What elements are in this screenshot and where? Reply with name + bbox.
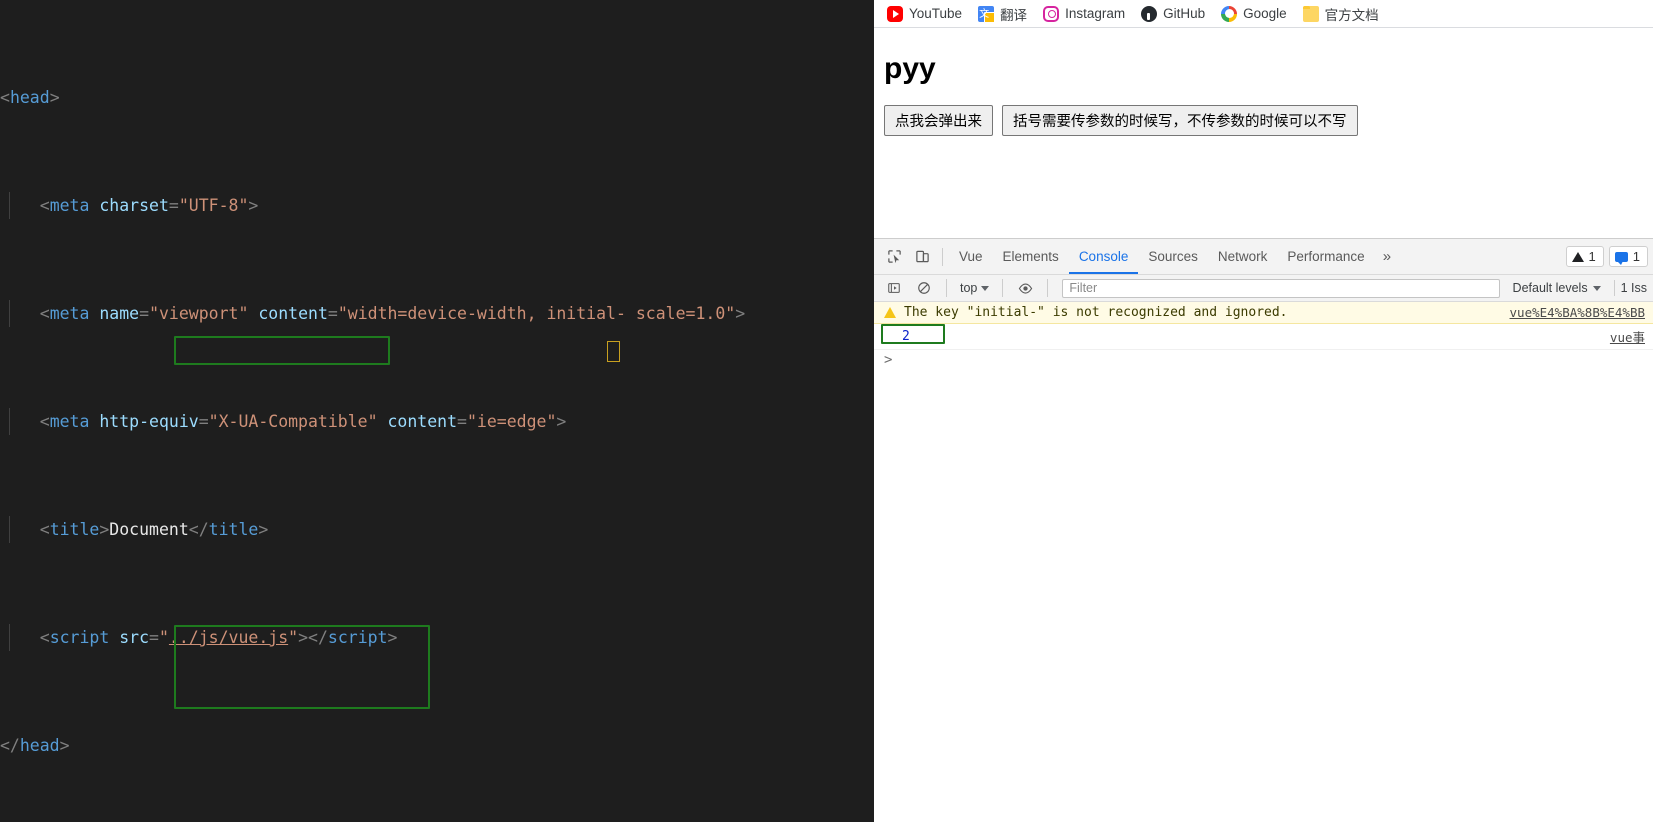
console-toolbar: top Default levels 1 Iss [874,275,1653,302]
chevron-down-icon [1592,285,1601,291]
tab-network[interactable]: Network [1208,239,1278,274]
divider [1047,279,1049,297]
bookmark-label: YouTube [909,6,963,21]
warning-count: 1 [1588,249,1596,264]
warning-triangle-icon [1571,251,1584,262]
prompt-caret-icon: > [884,352,893,368]
console-source-link[interactable]: vue%E4%BA%8B%E4%BB [1510,305,1645,320]
code-line: <title>Document</title> [0,516,874,543]
devtools-tab-bar: Vue Elements Console Sources Network Per… [874,239,1653,275]
bookmark-github[interactable]: GitHub [1134,3,1212,25]
live-expression-eye-icon[interactable] [1011,274,1039,302]
tab-sources[interactable]: Sources [1138,239,1208,274]
console-row-content: The key "initial-" is not recognized and… [884,305,1288,320]
chevron-down-icon [981,285,990,291]
execution-context-label: top [960,281,978,295]
console-filter-input[interactable] [1062,278,1500,298]
execution-context-selector[interactable]: top [955,280,994,296]
log-levels-selector[interactable]: Default levels [1508,280,1606,296]
code-line: <meta http-equiv="X-UA-Compatible" conte… [0,408,874,435]
bookmark-label: 官方文档 [1324,7,1379,23]
github-icon [1141,5,1158,22]
clear-console-icon[interactable] [910,274,938,302]
show-info-button[interactable]: 点我会弹出来 [884,105,993,136]
bookmark-google[interactable]: Google [1214,3,1294,25]
bookmark-label: 翻译 [1000,7,1028,23]
instagram-icon [1043,5,1060,22]
console-sidebar-icon[interactable] [880,274,908,302]
annotation-box-click-directive [174,336,390,365]
tab-console[interactable]: Console [1068,239,1139,274]
tab-elements[interactable]: Elements [993,239,1069,274]
console-message-list: The key "initial-" is not recognized and… [874,302,1653,370]
more-tabs-icon[interactable]: » [1375,248,1399,265]
divider [1002,279,1004,297]
code-line: <meta charset="UTF-8"> [0,192,874,219]
message-bubble-icon [1614,251,1628,265]
warning-triangle-icon [884,307,896,318]
bookmark-translate[interactable]: 翻译 [971,1,1034,27]
google-icon [1221,5,1238,22]
code-editor[interactable]: <head> <meta charset="UTF-8"> <meta name… [0,0,874,822]
show-info-with-arg-button[interactable]: 括号需要传参数的时候写，不传参数的时候可以不写 [1002,105,1358,136]
bookmarks-bar: YouTube 翻译 Instagram GitHub Google 官方文档 [874,0,1653,28]
bookmark-folder-official-docs[interactable]: 官方文档 [1296,1,1386,27]
message-count-badge[interactable]: 1 [1608,246,1648,267]
bookmark-youtube[interactable]: YouTube [880,3,969,25]
page-heading: pyy [884,52,936,85]
screen: <head> <meta charset="UTF-8"> <meta name… [0,0,1653,822]
toggle-device-toolbar-icon[interactable] [908,243,936,271]
issues-button[interactable]: 1 Iss [1613,280,1653,296]
console-warning-row[interactable]: The key "initial-" is not recognized and… [874,302,1653,324]
code-line: <script src="../js/vue.js"></script> [0,624,874,651]
inspect-element-icon[interactable] [880,243,908,271]
page-button-group: 点我会弹出来 括号需要传参数的时候写，不传参数的时候可以不写 [884,105,1643,136]
console-message-text: The key "initial-" is not recognized and… [904,305,1288,320]
page-viewport: pyy 点我会弹出来 括号需要传参数的时候写，不传参数的时候可以不写 [874,28,1653,238]
code-line: <meta name="viewport" content="width=dev… [0,300,874,327]
code-line: <head> [0,88,60,107]
bookmark-label: GitHub [1163,6,1206,21]
divider [942,247,943,266]
bookmark-label: Instagram [1065,6,1126,21]
bookmark-label: Google [1243,6,1287,21]
console-prompt[interactable]: > [874,350,1653,370]
devtools-panel: Vue Elements Console Sources Network Per… [874,238,1653,822]
tab-vue[interactable]: Vue [949,239,993,274]
folder-icon [1302,5,1319,22]
bookmark-instagram[interactable]: Instagram [1036,3,1132,25]
google-translate-icon [978,5,996,23]
console-log-row[interactable]: 2 vue事 [874,324,1653,350]
divider [946,279,947,297]
console-output-value: 2 [902,329,910,344]
code-line: </head> [0,736,70,755]
browser-window: YouTube 翻译 Instagram GitHub Google 官方文档 [874,0,1653,822]
message-count: 1 [1632,249,1640,264]
annotation-box-comma [607,341,620,362]
console-source-link[interactable]: vue事 [1610,327,1645,346]
warning-count-badge[interactable]: 1 [1565,246,1604,267]
youtube-icon [887,5,903,22]
log-levels-label: Default levels [1512,281,1588,295]
tab-performance[interactable]: Performance [1277,239,1374,274]
